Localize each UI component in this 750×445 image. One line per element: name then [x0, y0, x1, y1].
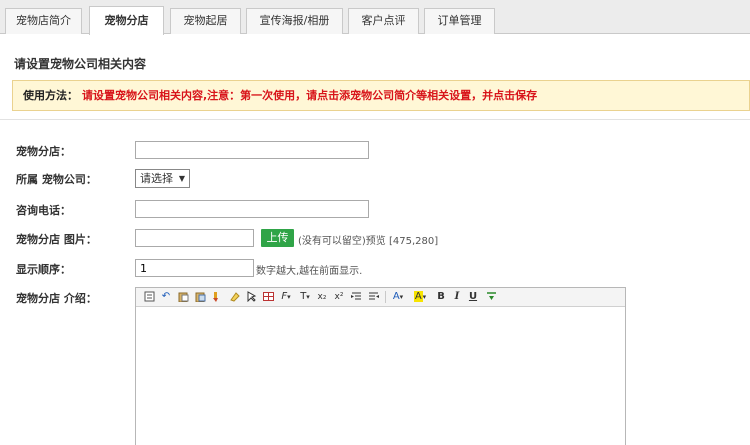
phone-input[interactable]: [135, 200, 369, 218]
clear-format-icon[interactable]: [228, 291, 240, 303]
select-icon[interactable]: [245, 291, 257, 303]
company-select[interactable]: 请选择 ▼: [135, 169, 190, 188]
editor-toolbar: ↶ F▾ T▾ x₂ x² A▾ A▾ B I U: [136, 288, 625, 307]
tab-branches[interactable]: 宠物分店: [89, 6, 164, 35]
tab-order-management[interactable]: 订单管理: [424, 8, 495, 34]
bold-icon[interactable]: B: [435, 291, 447, 303]
subscript-icon[interactable]: x₂: [316, 291, 328, 303]
table-icon[interactable]: [262, 291, 274, 303]
toolbar-separator: [385, 291, 386, 303]
font-color-glyph: A: [392, 291, 400, 302]
tab-bar: 宠物店简介 宠物分店 宠物起居 宣传海报/相册 客户点评 订单管理: [0, 0, 750, 35]
superscript-icon[interactable]: x²: [333, 291, 345, 303]
format-brush-icon[interactable]: [211, 291, 223, 303]
paste-icon[interactable]: [177, 291, 189, 303]
notice-message: 请设置宠物公司相关内容,注意：第一次使用，请点击添宠物公司简介等相关设置，并点击…: [82, 89, 538, 102]
intro-editor[interactable]: ↶ F▾ T▾ x₂ x² A▾ A▾ B I U: [135, 287, 626, 445]
source-icon[interactable]: [143, 291, 155, 303]
upload-button[interactable]: 上传: [261, 229, 294, 247]
intro-label: 宠物分店 介绍：: [16, 292, 97, 305]
order-input[interactable]: [135, 259, 254, 277]
branch-name-label: 宠物分店：: [16, 145, 71, 158]
chevron-down-icon: ▼: [178, 174, 185, 183]
image-label: 宠物分店 图片：: [16, 233, 97, 246]
branch-name-input[interactable]: [135, 141, 369, 159]
underline-icon[interactable]: U: [467, 291, 479, 303]
font-size-icon[interactable]: T▾: [297, 291, 313, 303]
paste-text-icon[interactable]: [194, 291, 206, 303]
divider: [0, 119, 750, 120]
tab-posters-albums[interactable]: 宣传海报/相册: [246, 8, 343, 34]
tab-customer-reviews[interactable]: 客户点评: [348, 8, 419, 34]
notice-label: 使用方法：: [23, 89, 78, 102]
tab-shop-intro[interactable]: 宠物店简介: [5, 8, 82, 34]
usage-notice: 使用方法： 请设置宠物公司相关内容,注意：第一次使用，请点击添宠物公司简介等相关设…: [12, 80, 750, 111]
indent-icon[interactable]: [350, 291, 362, 303]
highlight-icon[interactable]: A▾: [412, 291, 428, 303]
image-hint: (没有可以留空)预览 [475,280]: [298, 236, 439, 247]
italic-icon[interactable]: I: [451, 291, 463, 303]
order-hint: 数字越大,越在前面显示.: [256, 266, 363, 277]
outdent-icon[interactable]: [367, 291, 379, 303]
font-color-icon[interactable]: A▾: [390, 291, 406, 303]
tab-living[interactable]: 宠物起居: [170, 8, 241, 34]
company-select-value: 请选择: [140, 172, 173, 185]
insert-icon[interactable]: [485, 291, 497, 303]
undo-icon[interactable]: ↶: [160, 291, 172, 303]
image-input[interactable]: [135, 229, 254, 247]
order-label: 显示顺序：: [16, 263, 71, 276]
font-family-icon[interactable]: F▾: [278, 291, 294, 303]
section-title: 请设置宠物公司相关内容: [14, 57, 147, 71]
phone-label: 咨询电话：: [16, 204, 71, 217]
highlight-glyph: A: [413, 291, 423, 302]
company-label: 所属 宠物公司：: [16, 173, 97, 186]
